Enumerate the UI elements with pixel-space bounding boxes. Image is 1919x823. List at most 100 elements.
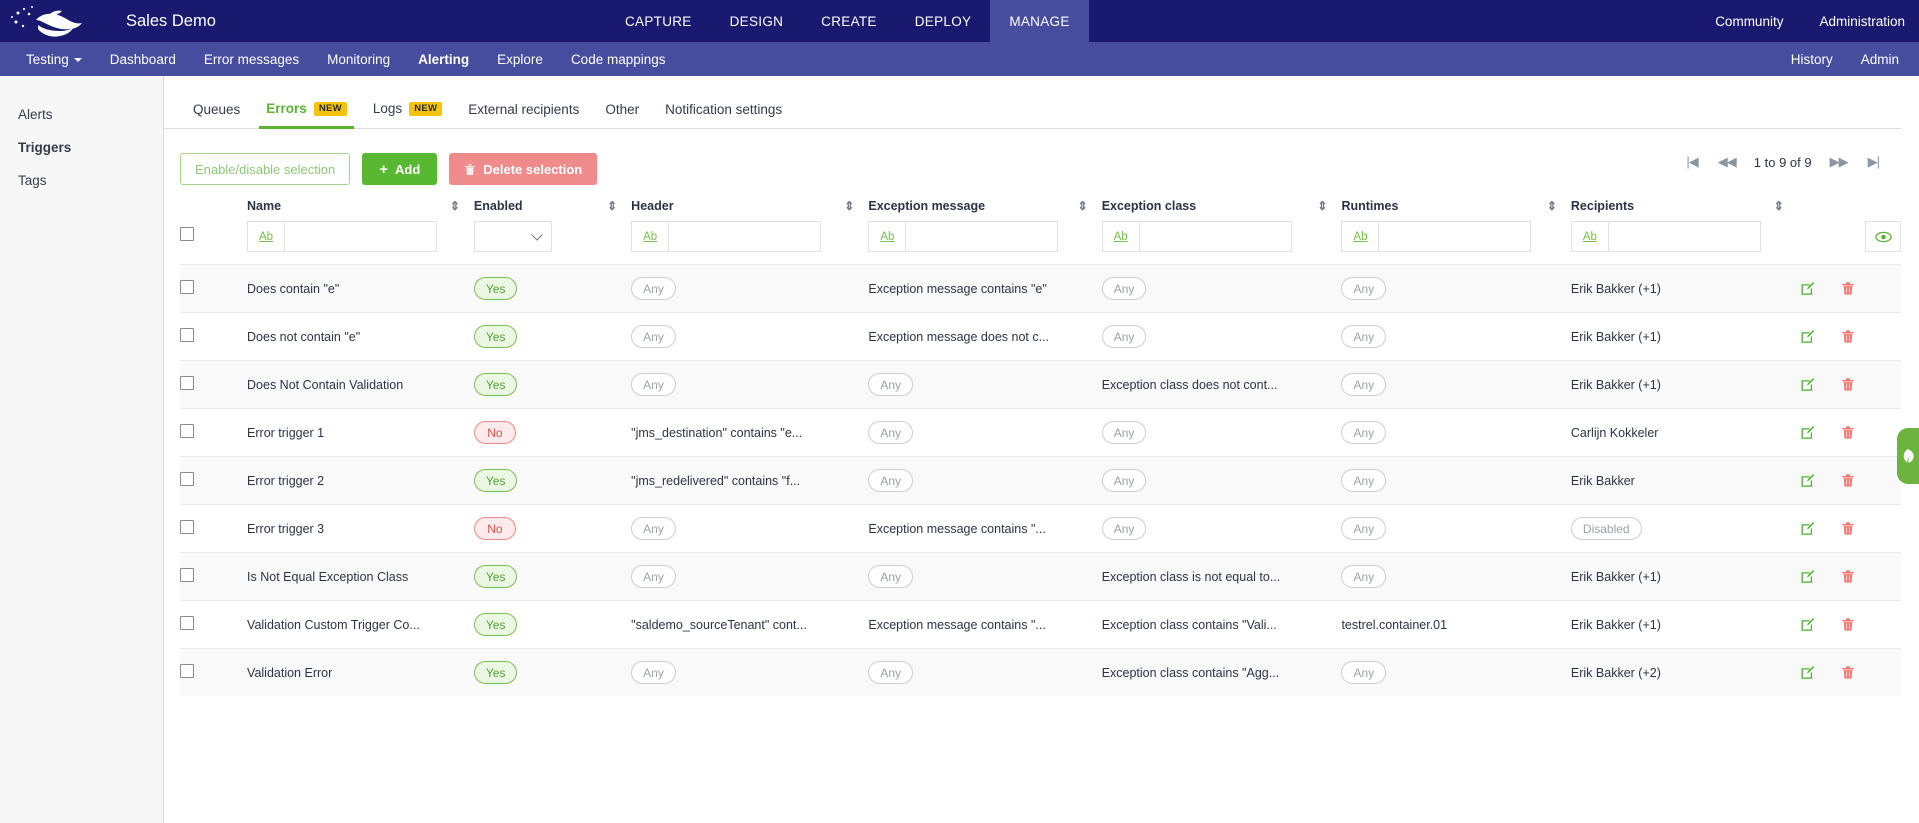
row-checkbox[interactable] — [180, 376, 194, 390]
eye-icon[interactable] — [1865, 221, 1901, 252]
table-row[interactable]: Error trigger 2 Yes "jms_redelivered" cont… — [180, 456, 1901, 505]
th-header[interactable]: Header ⇕ — [631, 191, 868, 219]
subnav-item-code-mappings[interactable]: Code mappings — [557, 52, 680, 67]
trash-icon[interactable] — [1841, 377, 1855, 392]
sort-icon-header[interactable]: ⇕ — [844, 200, 854, 212]
sidebar-item-triggers[interactable]: Triggers — [0, 131, 163, 164]
sort-icon-runtimes[interactable]: ⇕ — [1547, 200, 1557, 212]
filter-mode-name[interactable]: Ab — [248, 222, 286, 251]
row-checkbox[interactable] — [180, 568, 194, 582]
add-button[interactable]: + Add — [362, 153, 438, 185]
trash-icon[interactable] — [1841, 281, 1855, 296]
subnav-item-monitoring[interactable]: Monitoring — [313, 52, 404, 67]
sort-icon-exception-class[interactable]: ⇕ — [1317, 200, 1327, 212]
filter-input-exception-message[interactable] — [906, 222, 1058, 251]
edit-icon[interactable] — [1800, 473, 1815, 488]
th-recipients[interactable]: Recipients ⇕ — [1571, 191, 1798, 219]
trash-icon[interactable] — [1841, 329, 1855, 344]
filter-input-header[interactable] — [669, 222, 821, 251]
row-checkbox[interactable] — [180, 616, 194, 630]
subnav-item-explore[interactable]: Explore — [483, 52, 557, 67]
last-page-icon[interactable]: ▶| — [1858, 151, 1889, 173]
edit-icon[interactable] — [1800, 425, 1815, 440]
filter-mode-header[interactable]: Ab — [632, 222, 670, 251]
tab-queues[interactable]: Queues — [180, 102, 253, 129]
filter-input-name[interactable] — [285, 222, 437, 251]
trash-icon[interactable] — [1841, 617, 1855, 632]
row-checkbox[interactable] — [180, 328, 194, 342]
edit-icon[interactable] — [1800, 281, 1815, 296]
next-page-icon[interactable]: ▶▶ — [1820, 151, 1858, 173]
trash-icon[interactable] — [1841, 569, 1855, 584]
th-exception-message[interactable]: Exception message ⇕ — [868, 191, 1101, 219]
row-checkbox[interactable] — [180, 280, 194, 294]
edit-icon[interactable] — [1800, 377, 1815, 392]
filter-input-recipients[interactable] — [1608, 222, 1760, 251]
trash-icon[interactable] — [1841, 665, 1855, 680]
edit-icon[interactable] — [1800, 569, 1815, 584]
sort-icon-enabled[interactable]: ⇕ — [607, 200, 617, 212]
filter-input-exception-class[interactable] — [1139, 222, 1291, 251]
tab-external-recipients[interactable]: External recipients — [455, 102, 592, 129]
sidebar-item-alerts[interactable]: Alerts — [0, 98, 163, 131]
select-all-checkbox[interactable] — [180, 227, 194, 241]
filter-mode-recipients[interactable]: Ab — [1572, 222, 1609, 251]
edit-icon[interactable] — [1800, 329, 1815, 344]
row-checkbox[interactable] — [180, 472, 194, 486]
tab-logs[interactable]: Logs NEW — [360, 101, 455, 128]
filter-mode-runtimes[interactable]: Ab — [1342, 222, 1380, 251]
row-checkbox[interactable] — [180, 664, 194, 678]
subnav-item-history[interactable]: History — [1785, 52, 1839, 67]
subnav-item-admin[interactable]: Admin — [1855, 52, 1905, 67]
sort-icon-name[interactable]: ⇕ — [450, 200, 460, 212]
edit-icon[interactable] — [1800, 665, 1815, 680]
sidebar-item-tags[interactable]: Tags — [0, 164, 163, 197]
top-nav-capture[interactable]: CAPTURE — [606, 0, 711, 42]
th-name[interactable]: Name ⇕ — [247, 191, 474, 219]
top-nav-create[interactable]: CREATE — [802, 0, 896, 42]
th-enabled[interactable]: Enabled ⇕ — [474, 191, 631, 219]
sort-icon-exception-message[interactable]: ⇕ — [1078, 200, 1088, 212]
table-row[interactable]: Validation Error Yes Any Any Exception class… — [180, 648, 1901, 696]
table-row[interactable]: Is Not Equal Exception Class Yes Any Any Exc… — [180, 552, 1901, 601]
filter-select-enabled[interactable] — [473, 221, 552, 252]
row-checkbox[interactable] — [180, 424, 194, 438]
subnav-item-alerting[interactable]: Alerting — [404, 52, 483, 67]
first-page-icon[interactable]: |◀ — [1676, 151, 1707, 173]
edit-icon[interactable] — [1800, 617, 1815, 632]
th-exception-class[interactable]: Exception class ⇕ — [1102, 191, 1342, 219]
previous-page-icon[interactable]: ◀◀ — [1708, 151, 1746, 173]
tab-notification-settings[interactable]: Notification settings — [652, 102, 795, 129]
edit-icon[interactable] — [1800, 521, 1815, 536]
table-row[interactable]: Error trigger 3 No Any Exception message co… — [180, 504, 1901, 553]
subnav-item-dashboard[interactable]: Dashboard — [96, 52, 190, 67]
filter-input-runtimes[interactable] — [1379, 222, 1531, 251]
tab-other[interactable]: Other — [592, 102, 652, 129]
filter-mode-exception-class[interactable]: Ab — [1103, 222, 1140, 251]
brand-area[interactable]: Sales Demo — [0, 0, 216, 42]
top-nav-design[interactable]: DESIGN — [711, 0, 803, 42]
subnav-item-testing[interactable]: Testing — [12, 52, 96, 67]
top-nav-administration[interactable]: Administration — [1819, 14, 1905, 29]
table-row[interactable]: Does Not Contain Validation Yes Any Any Exce… — [180, 360, 1901, 409]
top-nav-community[interactable]: Community — [1715, 14, 1783, 29]
table-row[interactable]: Error trigger 1 No "jms_destination" conta… — [180, 408, 1901, 457]
table-row[interactable]: Does not contain "e" Yes Any Exception mess… — [180, 312, 1901, 361]
sort-icon-recipients[interactable]: ⇕ — [1774, 200, 1784, 212]
delete-selection-button[interactable]: Delete selection — [449, 153, 598, 185]
trash-icon[interactable] — [1841, 425, 1855, 440]
top-nav-manage[interactable]: MANAGE — [990, 0, 1089, 42]
table-row[interactable]: Does contain "e" Yes Any Exception message … — [180, 264, 1901, 313]
trash-icon[interactable] — [1841, 521, 1855, 536]
help-widget-tab[interactable] — [1897, 428, 1919, 484]
row-checkbox[interactable] — [180, 520, 194, 534]
trash-icon[interactable] — [1841, 473, 1855, 488]
top-nav-deploy[interactable]: DEPLOY — [896, 0, 991, 42]
table-row[interactable]: Validation Custom Trigger Co... Yes "salde… — [180, 600, 1901, 649]
tab-errors[interactable]: Errors NEW — [253, 101, 360, 130]
enable-disable-selection-button[interactable]: Enable/disable selection — [180, 153, 351, 185]
th-runtimes[interactable]: Runtimes ⇕ — [1341, 191, 1570, 219]
filter-mode-exception-message[interactable]: Ab — [869, 222, 907, 251]
row-exception-message-pill: Any — [868, 421, 914, 444]
subnav-item-error-messages[interactable]: Error messages — [190, 52, 313, 67]
